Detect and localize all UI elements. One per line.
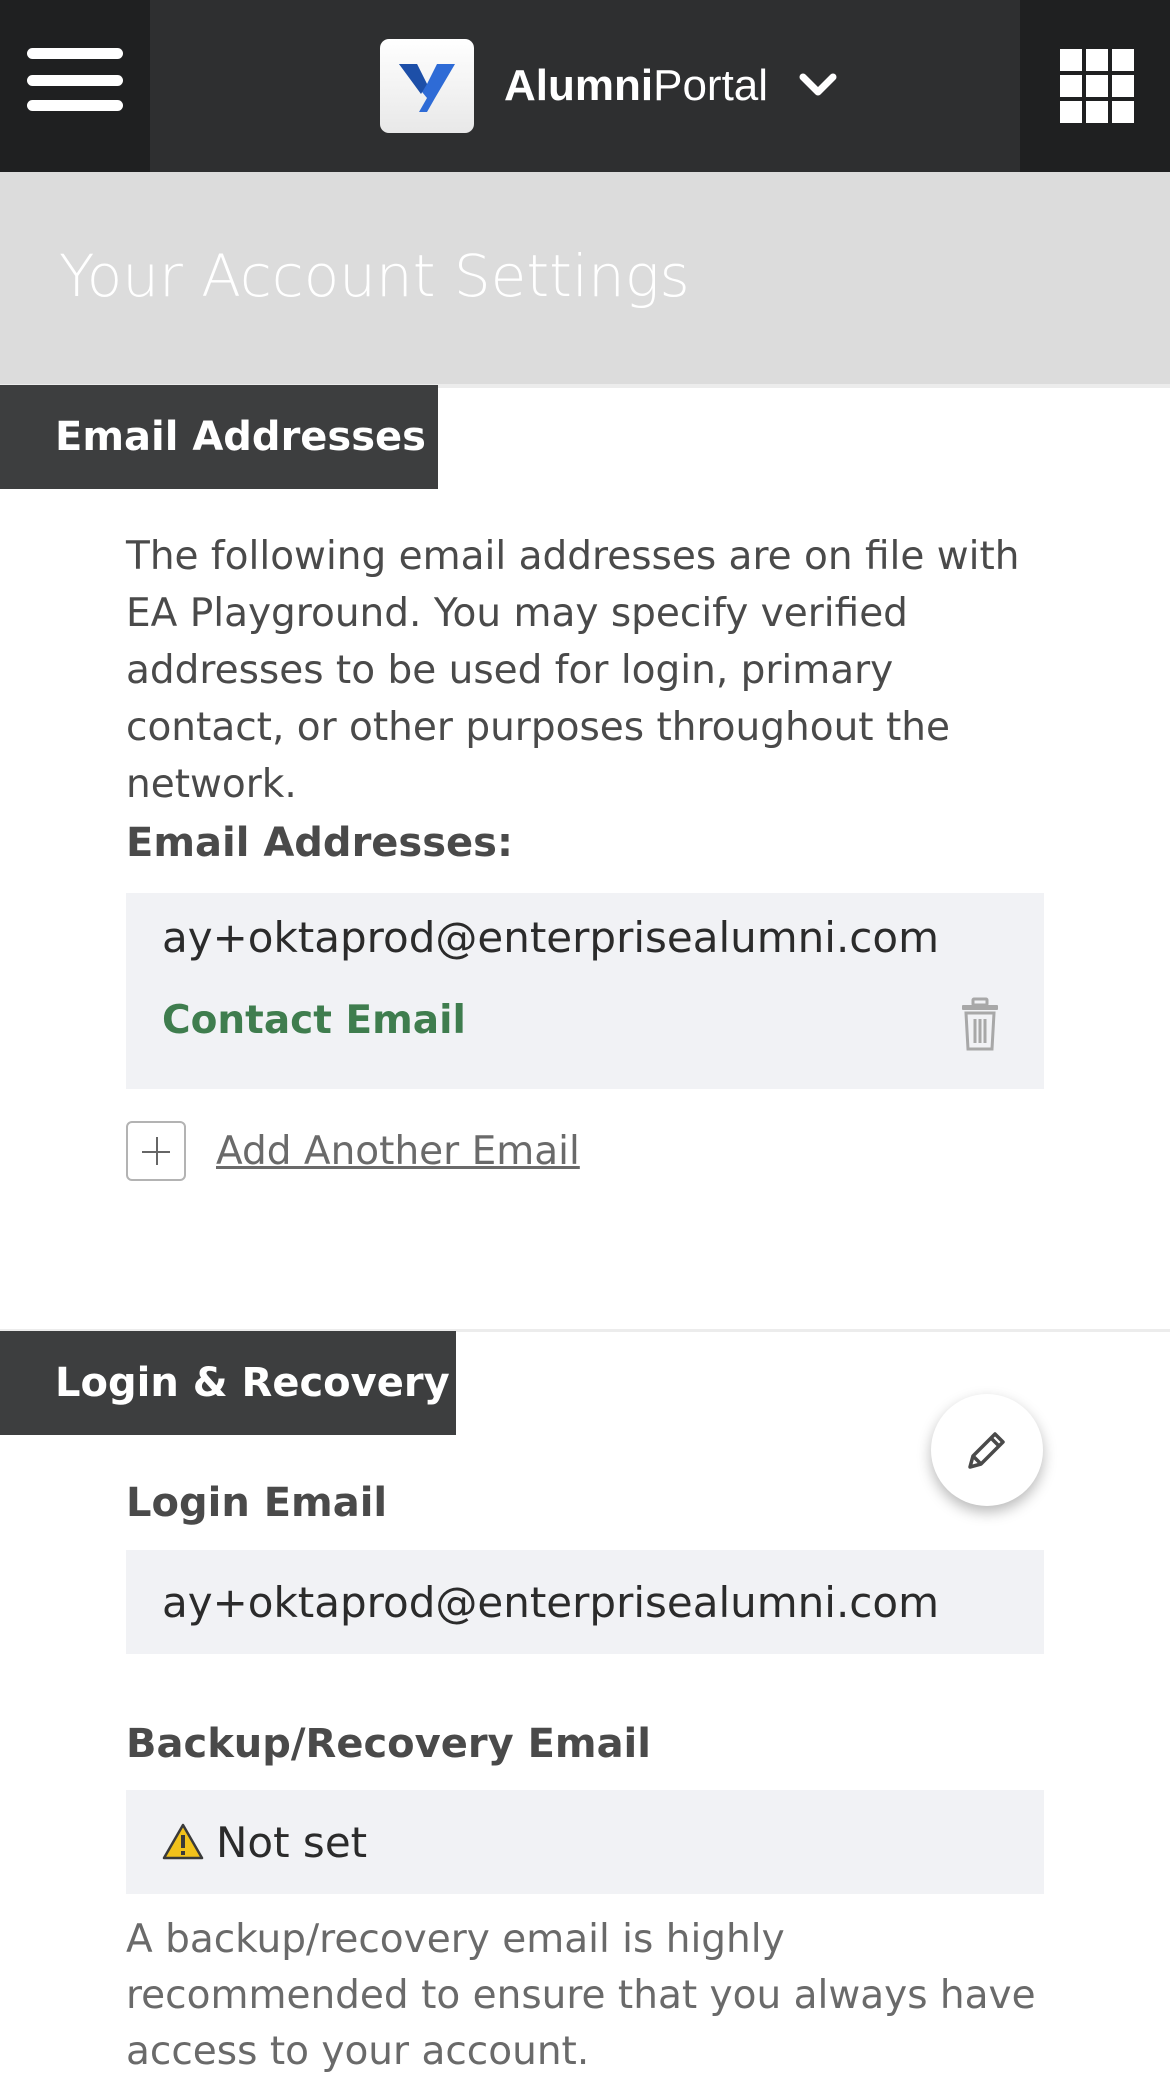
hamburger-line [27,75,123,86]
backup-email-note: A backup/recovery email is highly recomm… [126,1917,1036,2074]
email-addresses-label: Email Addresses: [126,820,513,866]
email-section-description: The following email addresses are on fil… [126,534,1020,807]
page-title-banner: Your Account Settings [0,172,1170,384]
login-email-field: ay+oktaprod@enterprisealumni.com [126,1550,1044,1654]
top-bar: AlumniPortal [0,0,1170,172]
portal-name: AlumniPortal [504,61,768,111]
plus-icon[interactable] [126,1121,186,1181]
hamburger-menu-icon [27,48,123,59]
hamburger-line [27,100,123,111]
trash-icon[interactable] [960,997,1000,1051]
portal-switcher[interactable]: AlumniPortal [380,39,838,133]
email-address: ay+oktaprod@enterprisealumni.com [162,913,939,962]
page-title: Your Account Settings [59,242,690,310]
email-card: ay+oktaprod@enterprisealumni.com Contact… [126,893,1044,1089]
portal-name-light: Portal [653,61,769,110]
portal-name-bold: Alumni [504,61,654,110]
section-tab-email-addresses: Email Addresses [0,385,438,489]
pencil-icon [968,1432,1005,1469]
backup-email-value: Not set [216,1817,368,1867]
login-email-value: ay+oktaprod@enterprisealumni.com [162,1577,939,1627]
portal-logo [380,39,474,133]
edit-button[interactable] [931,1394,1043,1506]
app-grid-icon [1060,49,1134,123]
chevron-down-icon [799,73,837,96]
backup-email-field: Not set [126,1790,1044,1894]
app-grid-button[interactable] [1020,0,1170,172]
login-email-label: Login Email [126,1480,388,1526]
warning-icon [162,1823,204,1860]
backup-email-label: Backup/Recovery Email [126,1721,651,1767]
hamburger-menu-button[interactable] [0,0,150,172]
section-tab-login-recovery: Login & Recovery [0,1331,456,1435]
contact-email-tag: Contact Email [162,998,466,1043]
add-another-email-link[interactable]: Add Another Email [216,1129,580,1174]
add-email-row[interactable]: Add Another Email [126,1121,580,1181]
